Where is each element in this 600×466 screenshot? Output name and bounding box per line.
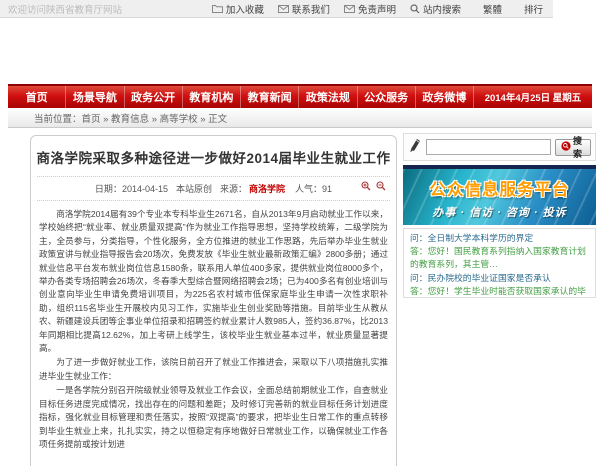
meta-hits: 91 bbox=[322, 184, 332, 194]
folder-icon bbox=[212, 4, 223, 13]
nav-item-policies[interactable]: 政策法规 bbox=[299, 86, 357, 108]
search-button-label: 搜索 bbox=[573, 134, 585, 160]
welcome-text: 欢迎访问陕西省教育厅网站 bbox=[8, 2, 122, 16]
site-search-link[interactable]: 站内搜索 bbox=[410, 2, 461, 16]
main-nav: 首页 场景导航 政务公开 教育机构 教育新闻 政策法规 公众服务 政务微博 20… bbox=[8, 84, 592, 108]
sidebar: 搜索 公众信息服务平台 办事 · 信访 · 咨询 · 投诉 问：全日制大学本科学… bbox=[403, 133, 596, 298]
pen-icon bbox=[408, 137, 422, 158]
meta-date: 2014-04-15 bbox=[122, 184, 168, 194]
top-link-label: 排行 bbox=[524, 2, 543, 16]
qa-question-item[interactable]: 问：民办院校的毕业证国家是否承认 bbox=[410, 272, 589, 285]
breadcrumb-bar: 当前位置：首页 » 教育信息 » 高等学校 » 正文 bbox=[8, 108, 592, 128]
search-icon bbox=[410, 4, 420, 14]
top-utility-bar: 欢迎访问陕西省教育厅网站 加入收藏 联系我们 免责声明 站内搜索 繁體 排行 bbox=[0, 0, 553, 18]
banner-subtitle: 办事 · 信访 · 咨询 · 投诉 bbox=[403, 204, 596, 220]
article-box: 商洛学院采取多种途径进一步做好2014届毕业生就业工作 日期：2014-04-1… bbox=[30, 135, 397, 466]
qa-answer-item[interactable]: 答：您好！国民教育系列指纳入国家教育计划的教育系列，其主管… bbox=[410, 245, 589, 271]
nav-item-gov-weibo[interactable]: 政务微博 bbox=[416, 86, 474, 108]
nav-date: 2014年4月25日 星期五 bbox=[474, 86, 592, 108]
article-paragraph: 商洛学院2014届有39个专业本专科毕业生2671名，自从2013年9月启动就业… bbox=[39, 208, 388, 355]
add-favorite-link[interactable]: 加入收藏 bbox=[212, 2, 264, 16]
search-input[interactable] bbox=[426, 139, 551, 155]
nav-item-edu-institutions[interactable]: 教育机构 bbox=[183, 86, 241, 108]
zoom-in-icon[interactable] bbox=[361, 181, 371, 193]
meta-date-label: 日期： bbox=[95, 182, 122, 195]
disclaimer-link[interactable]: 免责声明 bbox=[344, 2, 396, 16]
top-links: 加入收藏 联系我们 免责声明 站内搜索 繁體 排行 bbox=[212, 2, 553, 16]
nav-item-gov-affairs[interactable]: 政务公开 bbox=[125, 86, 183, 108]
article-paragraph: 为了进一步做好就业工作，该院日前召开了就业工作推进会，采取以下八项措施扎实推进毕… bbox=[39, 356, 388, 383]
article-paragraph: 一是各学院分别召开院级就业领导及就业工作会议，全面总结前期就业工作，自查就业目标… bbox=[39, 384, 388, 451]
ranking-link[interactable]: 排行 bbox=[524, 2, 543, 16]
nav-item-scene-guide[interactable]: 场景导航 bbox=[66, 86, 124, 108]
search-badge-icon bbox=[561, 141, 571, 153]
top-link-label: 繁體 bbox=[483, 2, 502, 16]
mail-icon bbox=[278, 5, 289, 13]
breadcrumb[interactable]: 当前位置：首页 » 教育信息 » 高等学校 » 正文 bbox=[34, 111, 227, 125]
text-zoom-controls bbox=[361, 181, 386, 193]
zoom-out-icon[interactable] bbox=[376, 181, 386, 193]
page-title: 商洛学院采取多种途径进一步做好2014届毕业生就业工作 bbox=[31, 147, 396, 167]
article-body: 商洛学院2014届有39个专业本专科毕业生2671名，自从2013年9月启动就业… bbox=[31, 201, 396, 451]
qa-answer-item[interactable]: 答：您好！学生毕业时能否获取国家承认的毕业证书，取决于所属… bbox=[410, 285, 589, 298]
meta-origin: 本站原创 bbox=[176, 182, 212, 195]
traditional-chinese-link[interactable]: 繁體 bbox=[483, 2, 502, 16]
top-link-label: 站内搜索 bbox=[423, 2, 461, 16]
mail-icon bbox=[344, 5, 355, 13]
nav-item-public-service[interactable]: 公众服务 bbox=[358, 86, 416, 108]
qa-question-item[interactable]: 问：全日制大学本科学历的界定 bbox=[410, 232, 589, 245]
top-link-label: 联系我们 bbox=[292, 2, 330, 16]
nav-item-edu-news[interactable]: 教育新闻 bbox=[241, 86, 299, 108]
top-link-label: 免责声明 bbox=[358, 2, 396, 16]
sidebar-search-box: 搜索 bbox=[403, 133, 596, 161]
meta-source-label: 来源： bbox=[220, 182, 247, 195]
qa-list: 问：全日制大学本科学历的界定 答：您好！国民教育系列指纳入国家教育计划的教育系列… bbox=[403, 228, 596, 298]
meta-source-link[interactable]: 商洛学院 bbox=[249, 182, 285, 195]
nav-item-home[interactable]: 首页 bbox=[8, 86, 66, 108]
banner-title: 公众信息服务平台 bbox=[403, 176, 596, 200]
meta-hits-label: 人气： bbox=[295, 182, 322, 195]
top-link-label: 加入收藏 bbox=[226, 2, 264, 16]
public-info-service-banner[interactable]: 公众信息服务平台 办事 · 信访 · 咨询 · 投诉 bbox=[403, 165, 596, 225]
article-meta: 日期：2014-04-15 本站原创 来源：商洛学院 人气：91 bbox=[37, 176, 390, 201]
contact-us-link[interactable]: 联系我们 bbox=[278, 2, 330, 16]
search-button[interactable]: 搜索 bbox=[555, 139, 591, 156]
